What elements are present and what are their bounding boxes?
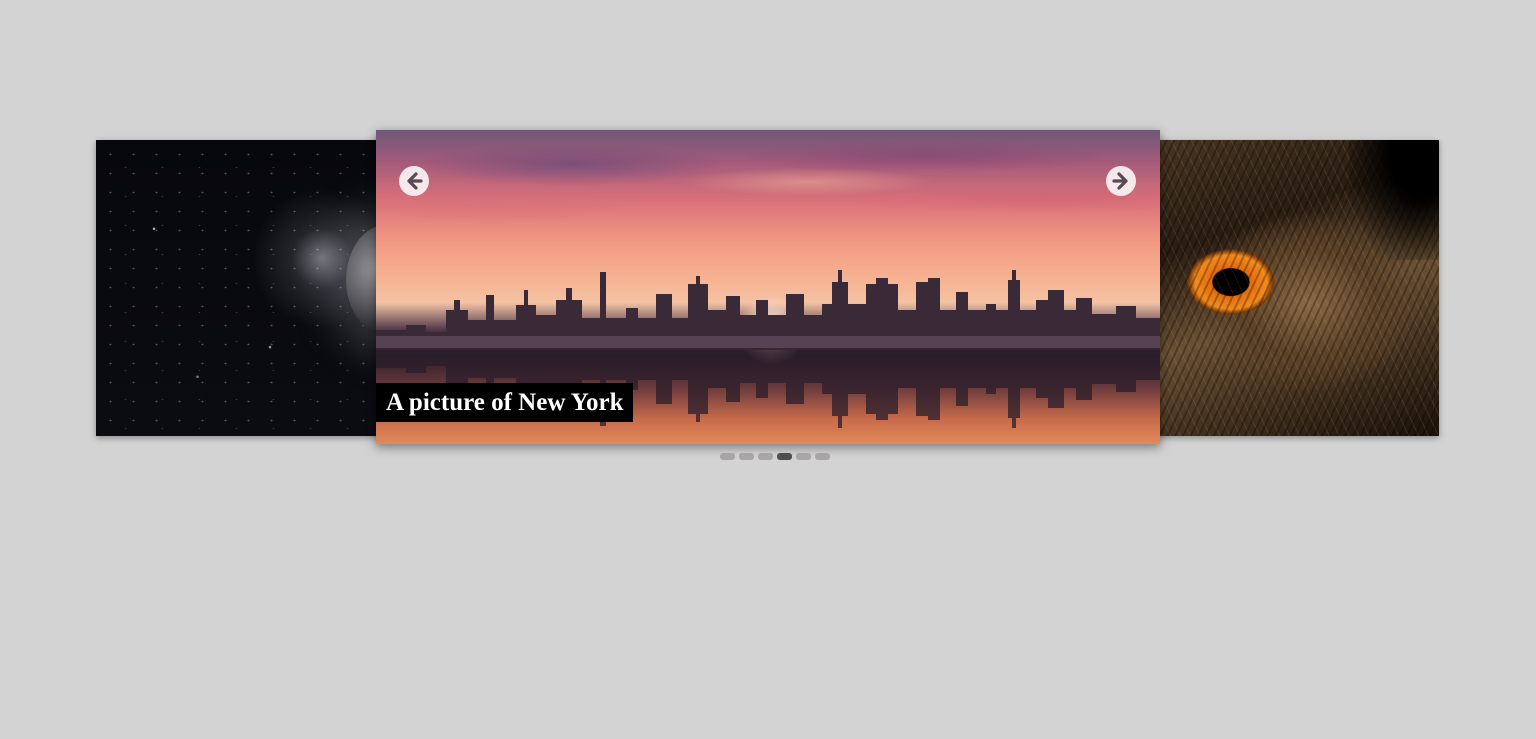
indicator-dot-2[interactable] bbox=[739, 453, 754, 460]
slide-next-owl[interactable] bbox=[1150, 140, 1439, 436]
indicator-dot-3[interactable] bbox=[758, 453, 773, 460]
previous-slide-button[interactable] bbox=[399, 166, 429, 196]
slide-previous-moon[interactable] bbox=[96, 140, 386, 436]
skyline-image bbox=[376, 270, 1160, 350]
arrow-left-icon bbox=[407, 172, 423, 190]
carousel: A picture of New York bbox=[0, 0, 1536, 739]
indicator-dot-1[interactable] bbox=[720, 453, 735, 460]
slide-indicators bbox=[720, 453, 830, 460]
stars-texture bbox=[96, 140, 386, 436]
slide-caption: A picture of New York bbox=[376, 383, 634, 422]
next-slide-button[interactable] bbox=[1106, 166, 1136, 196]
indicator-dot-5[interactable] bbox=[796, 453, 811, 460]
indicator-dot-4[interactable] bbox=[777, 453, 792, 460]
arrow-right-icon bbox=[1112, 172, 1128, 190]
indicator-dot-6[interactable] bbox=[815, 453, 830, 460]
owl-shadow bbox=[1349, 140, 1439, 260]
